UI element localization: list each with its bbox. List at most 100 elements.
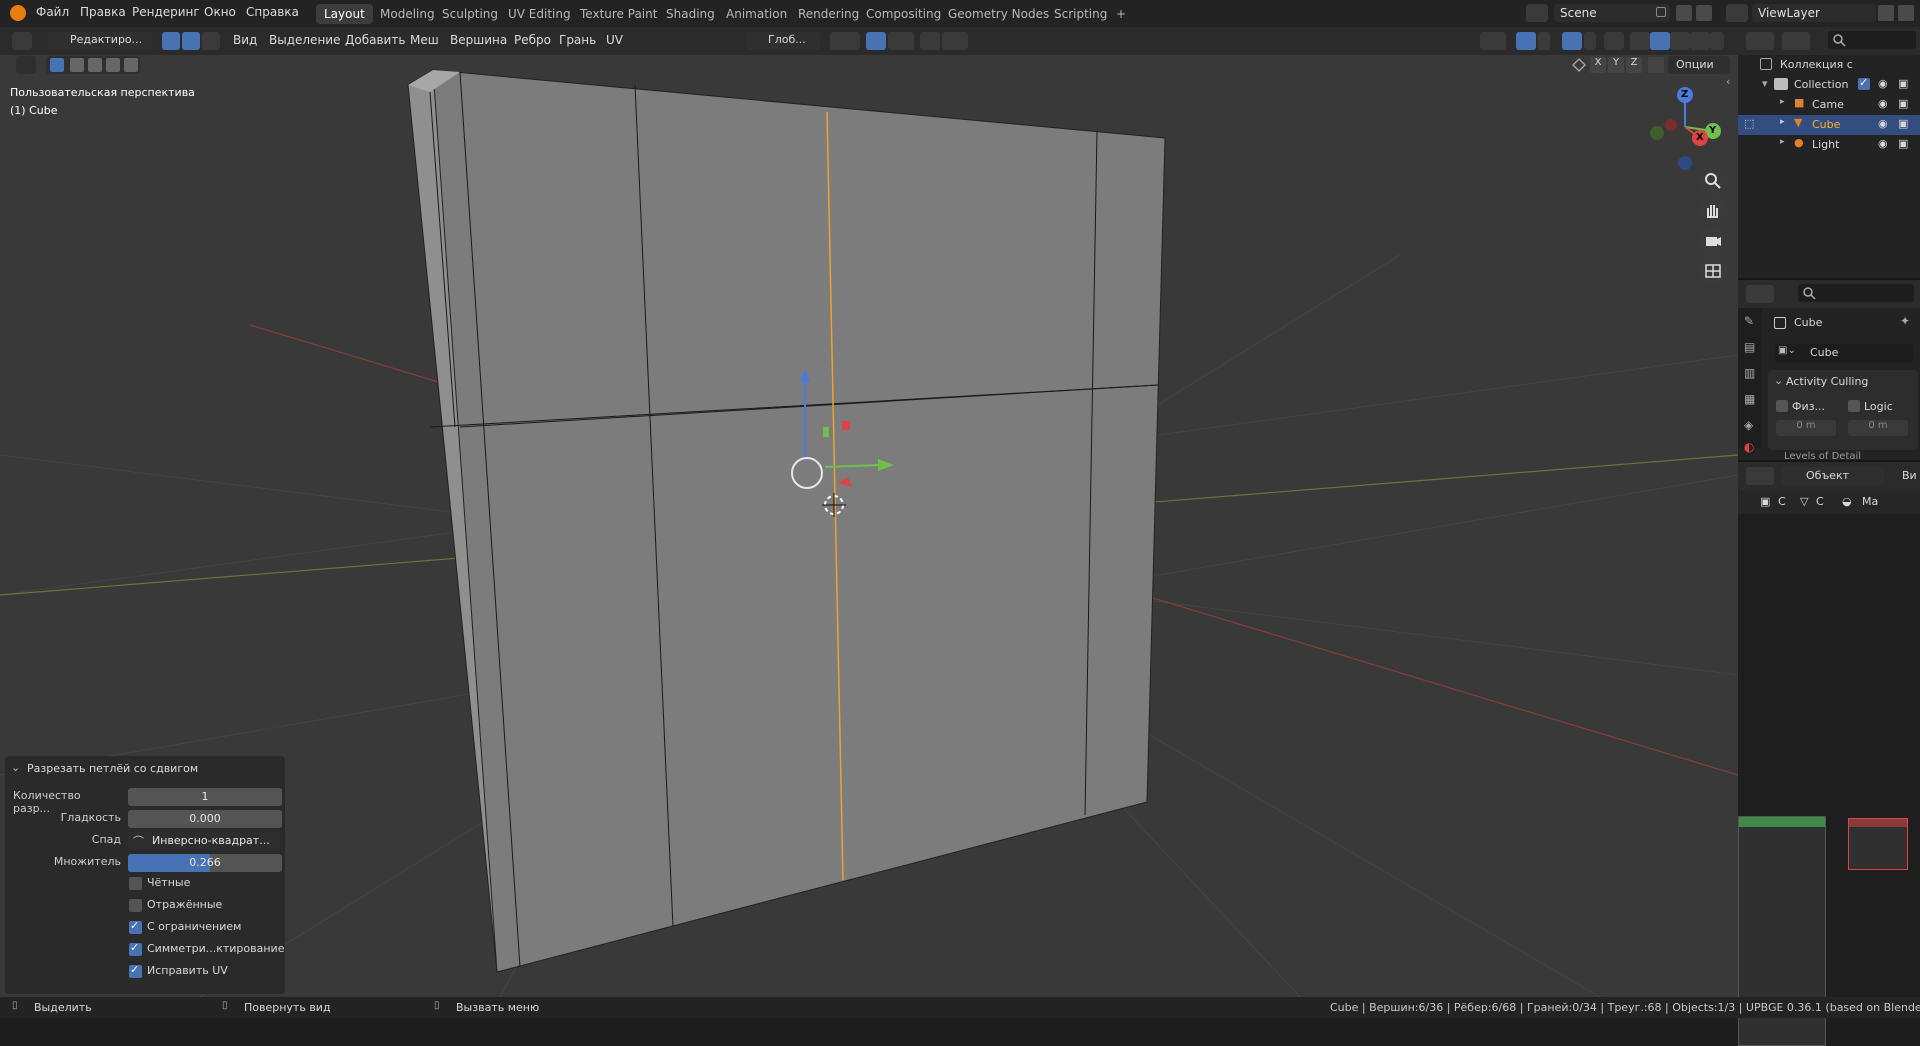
scene-tab-icon[interactable]: ◈	[1744, 418, 1753, 432]
smoothness-field[interactable]: 0.000	[128, 810, 282, 828]
display-mode-icon[interactable]	[1782, 32, 1810, 50]
vertex-select-icon[interactable]	[162, 32, 180, 50]
even-checkbox[interactable]	[129, 877, 142, 890]
scene-selector-icon[interactable]	[1526, 4, 1548, 22]
properties-search-input[interactable]	[1798, 284, 1914, 302]
overlays-icon[interactable]	[1562, 32, 1582, 50]
output-tab-icon[interactable]: ▥	[1744, 366, 1755, 380]
gizmo-dropdown-icon[interactable]	[1538, 32, 1550, 50]
correct-uv-checkbox[interactable]	[129, 963, 142, 978]
mirror-z-toggle[interactable]: Z	[1626, 57, 1642, 73]
snap-target-icon[interactable]	[888, 32, 914, 50]
menu-select[interactable]: Выделение	[269, 33, 340, 47]
view-layer-tab-icon[interactable]: ▦	[1744, 392, 1755, 406]
menu-render[interactable]: Рендеринг	[132, 5, 200, 19]
snap-icon[interactable]	[866, 32, 886, 50]
wireframe-shading-icon[interactable]	[1630, 32, 1650, 50]
mesh-front-face[interactable]	[432, 69, 1166, 973]
outliner-editor-icon[interactable]	[1746, 32, 1774, 50]
pivot-point-icon[interactable]	[830, 32, 860, 50]
select-new-icon[interactable]	[50, 58, 64, 72]
tool-tab-icon[interactable]: ✎	[1744, 314, 1754, 328]
menu-file[interactable]: Файл	[36, 5, 69, 19]
menu-mesh[interactable]: Меш	[410, 33, 439, 47]
pan-hand-icon[interactable]	[1699, 197, 1727, 225]
mesh-name-field[interactable]: ▣⌄ Cube	[1774, 344, 1914, 362]
options-dropdown[interactable]: Опции	[1668, 56, 1730, 74]
expand-arrow-icon[interactable]: ▾	[1762, 77, 1768, 90]
world-tab-icon[interactable]: ◐	[1744, 440, 1754, 454]
view-layer-icon[interactable]	[1726, 4, 1748, 22]
levels-of-detail-section[interactable]: Levels of Detail	[1784, 451, 1861, 459]
material-output-node[interactable]	[1848, 818, 1908, 870]
expand-arrow-icon[interactable]: ▸	[1780, 137, 1785, 147]
gizmo-icon[interactable]	[1516, 32, 1536, 50]
gizmo-plane-xz[interactable]	[842, 421, 850, 430]
panel-collapse-icon[interactable]: ⌄	[11, 761, 20, 774]
menu-vertex[interactable]: Вершина	[450, 33, 507, 47]
editor-type-icon[interactable]	[12, 32, 32, 50]
material-shading-icon[interactable]	[1670, 32, 1690, 50]
pin-icon[interactable]: ✦	[1900, 314, 1910, 328]
tab-compositing[interactable]: Compositing	[858, 4, 949, 24]
shader-tab-mesh[interactable]: С	[1816, 495, 1824, 508]
eye-icon[interactable]: ◉	[1878, 137, 1888, 150]
collection-include-checkbox[interactable]	[1858, 76, 1870, 90]
tab-modeling[interactable]: Modeling	[372, 4, 443, 24]
select-subtract-icon[interactable]	[88, 58, 102, 72]
tab-shading[interactable]: Shading	[658, 4, 723, 24]
rendered-shading-icon[interactable]	[1690, 32, 1710, 50]
shader-view-menu[interactable]: Ви	[1902, 469, 1917, 482]
menu-edit[interactable]: Правка	[80, 5, 126, 19]
multiplier-slider[interactable]: 0.266	[128, 854, 282, 872]
blender-logo-icon[interactable]	[10, 5, 26, 21]
proportional-falloff-icon[interactable]	[942, 32, 968, 50]
select-mode-group[interactable]	[46, 56, 140, 74]
tab-scripting[interactable]: Scripting	[1046, 4, 1115, 24]
cuts-field[interactable]: 1	[128, 788, 282, 806]
falloff-dropdown[interactable]: Инверсно-квадрат...	[128, 832, 282, 850]
outliner-item-light[interactable]: ▸ ● Light ◉ ▣	[1738, 135, 1920, 155]
eye-icon[interactable]: ◉	[1878, 77, 1888, 90]
menu-face[interactable]: Грань	[559, 33, 596, 47]
menu-help[interactable]: Справка	[246, 5, 299, 19]
face-select-icon[interactable]	[202, 32, 220, 50]
edit-mode-icon[interactable]: ⬚	[1744, 117, 1754, 130]
mirror-y-toggle[interactable]: Y	[1608, 57, 1624, 73]
shading-dropdown-icon[interactable]	[1710, 32, 1724, 50]
shader-tab-material[interactable]: Ма	[1862, 495, 1878, 508]
sidebar-toggle-icon[interactable]: ‹	[1726, 75, 1736, 89]
operator-title[interactable]: Разрезать петлёй со сдвигом	[27, 762, 198, 775]
visibility-icon[interactable]	[1480, 32, 1506, 50]
outliner-search-input[interactable]	[1828, 31, 1916, 49]
zoom-icon[interactable]	[1699, 167, 1727, 195]
transform-orientation-selector[interactable]: Глоб...	[746, 32, 820, 50]
tab-layout[interactable]: Layout	[316, 4, 373, 24]
shader-tab-object[interactable]: С	[1778, 495, 1786, 508]
new-view-layer-icon[interactable]	[1878, 5, 1894, 21]
xray-icon[interactable]	[1604, 32, 1624, 50]
new-scene-icon[interactable]	[1676, 5, 1692, 21]
shader-editor-icon[interactable]	[1746, 467, 1774, 485]
auto-merge-icon[interactable]	[1648, 57, 1664, 73]
perspective-toggle-icon[interactable]	[1699, 257, 1727, 285]
outliner-item-camera[interactable]: ▸ ■ Came ◉ ▣	[1738, 95, 1920, 115]
mirror-axis-icon[interactable]	[1572, 58, 1586, 72]
delete-view-layer-icon[interactable]	[1898, 5, 1914, 21]
select-invert-icon[interactable]	[106, 58, 120, 72]
camera-render-icon[interactable]: ▣	[1898, 97, 1908, 110]
symmetry-checkbox[interactable]	[129, 941, 142, 956]
edge-select-icon[interactable]	[182, 32, 200, 50]
tab-rendering[interactable]: Rendering	[790, 4, 867, 24]
menu-edge[interactable]: Ребро	[514, 33, 551, 47]
clamp-checkbox[interactable]	[129, 919, 142, 934]
physics-checkbox[interactable]	[1776, 400, 1788, 412]
select-intersect-icon[interactable]	[124, 58, 138, 72]
material-icon[interactable]: ◒	[1842, 495, 1852, 508]
gizmo-plane-yz[interactable]	[823, 427, 829, 437]
expand-arrow-icon[interactable]: ▸	[1780, 97, 1785, 107]
object-type-icon[interactable]: ▣	[1760, 495, 1770, 508]
section-title[interactable]: Activity Culling	[1786, 375, 1868, 388]
flipped-checkbox[interactable]	[129, 899, 142, 912]
tab-animation[interactable]: Animation	[718, 4, 795, 24]
